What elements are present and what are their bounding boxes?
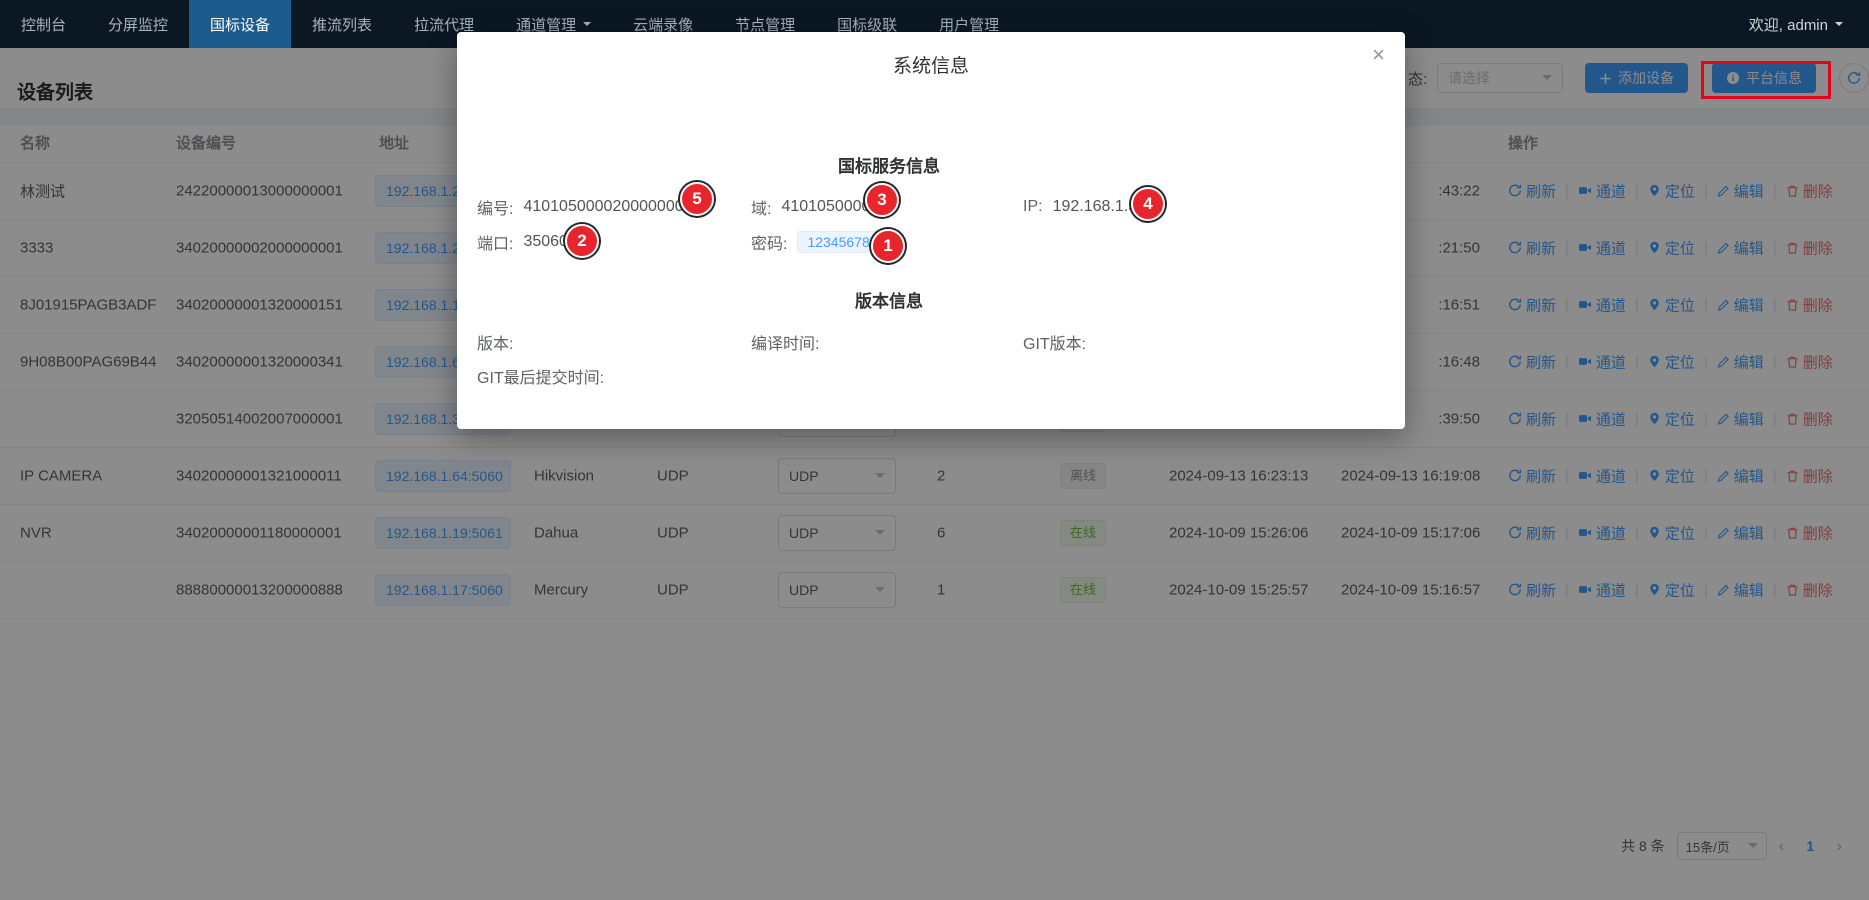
app-window: 控制台 分屏监控 国标设备 推流列表 拉流代理 通道管理 云端录像 节点管理 国… (0, 0, 1869, 900)
field-label: IP: (1023, 198, 1043, 216)
nav-item-push-list[interactable]: 推流列表 (291, 0, 393, 48)
chevron-down-icon (1835, 22, 1843, 30)
field-value: 4101050000 (781, 198, 870, 216)
system-info-dialog: 系统信息 × 国标服务信息 编号: 41010500002000000001 域… (457, 32, 1405, 429)
dialog-title: 系统信息 (457, 51, 1405, 78)
field-build-time: 编译时间: (751, 329, 829, 355)
user-menu[interactable]: 欢迎, admin (1749, 0, 1869, 48)
nav-item-gb-devices[interactable]: 国标设备 (189, 0, 291, 48)
field-git-version: GIT版本: (1023, 329, 1096, 355)
gb-service-section-title: 国标服务信息 (457, 152, 1321, 177)
annotation-marker-2: 2 (565, 224, 599, 258)
field-label: 编号: (477, 195, 513, 219)
field-value: 35060 (523, 233, 568, 251)
field-value: 192.168.1.3 (1053, 198, 1138, 216)
field-label: 密码: (751, 230, 787, 254)
field-label: GIT最后提交时间: (477, 364, 604, 388)
field-label: 版本: (477, 330, 513, 354)
annotation-marker-4: 4 (1131, 187, 1165, 221)
annotation-marker-1: 1 (871, 229, 905, 263)
password-tag[interactable]: 12345678 (797, 231, 879, 253)
close-icon[interactable]: × (1372, 44, 1385, 66)
field-gb-id: 编号: 41010500002000000001 (477, 194, 701, 220)
field-gb-password: 密码: 12345678 (751, 229, 880, 255)
field-version: 版本: (477, 329, 523, 355)
annotation-marker-3: 3 (865, 183, 899, 217)
field-label: 域: (751, 195, 771, 219)
field-git-last-commit: GIT最后提交时间: (477, 363, 614, 389)
field-value: 41010500002000000001 (523, 198, 701, 216)
chevron-down-icon (583, 22, 591, 30)
field-label: 编译时间: (751, 330, 819, 354)
annotation-marker-5: 5 (680, 182, 714, 216)
nav-item-console[interactable]: 控制台 (0, 0, 87, 48)
nav-item-split-screen[interactable]: 分屏监控 (87, 0, 189, 48)
field-label: GIT版本: (1023, 330, 1086, 354)
annotation-highlight-box (1701, 61, 1831, 99)
field-gb-ip: IP: 192.168.1.3 (1023, 194, 1137, 220)
version-section-title: 版本信息 (457, 287, 1321, 312)
user-greeting: 欢迎, admin (1749, 14, 1828, 35)
field-gb-domain: 域: 4101050000 (751, 194, 870, 220)
field-gb-port: 端口: 35060 (477, 229, 568, 255)
field-label: 端口: (477, 230, 513, 254)
